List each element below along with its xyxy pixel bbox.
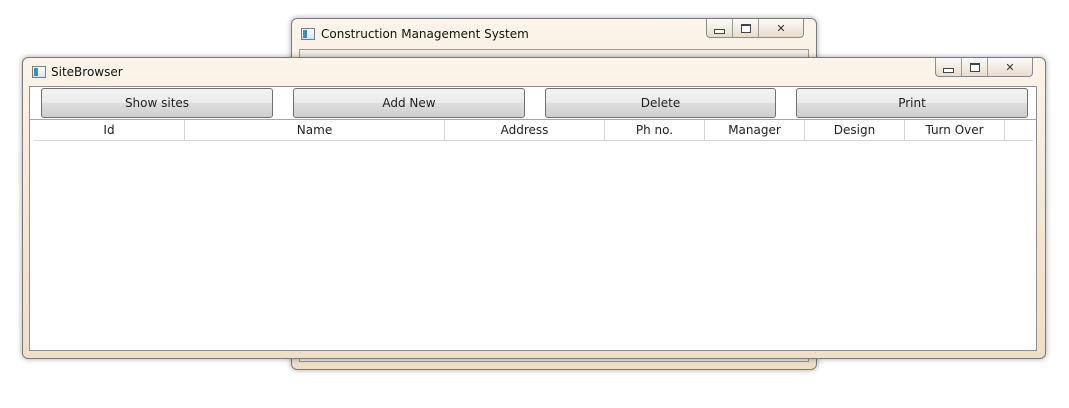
column-header-phone[interactable]: Ph no. [605, 120, 705, 140]
main-window-titlebar[interactable]: Construction Management System ✕ [292, 19, 816, 45]
minimize-icon [943, 67, 954, 73]
sites-data-grid[interactable]: Id Name Address Ph no. Manager Design Tu… [30, 119, 1036, 350]
close-icon: ✕ [1005, 60, 1015, 74]
delete-button[interactable]: Delete [545, 88, 776, 118]
close-button[interactable]: ✕ [988, 58, 1032, 76]
minimize-icon [714, 28, 725, 34]
close-icon: ✕ [776, 21, 786, 35]
grid-header: Id Name Address Ph no. Manager Design Tu… [34, 120, 1033, 141]
main-window-title: Construction Management System [321, 27, 529, 41]
show-sites-button[interactable]: Show sites [41, 88, 273, 118]
site-browser-window[interactable]: SiteBrowser ✕ Show sites Add New Delete … [22, 57, 1046, 359]
maximize-button[interactable] [962, 58, 988, 76]
column-header-name[interactable]: Name [185, 120, 445, 140]
minimize-button[interactable] [936, 58, 962, 76]
column-header-manager[interactable]: Manager [705, 120, 805, 140]
column-header-design[interactable]: Design [805, 120, 905, 140]
window-controls: ✕ [706, 19, 804, 38]
maximize-button[interactable] [733, 19, 759, 37]
maximize-icon [740, 23, 751, 33]
column-header-address[interactable]: Address [445, 120, 605, 140]
window-controls: ✕ [935, 58, 1033, 77]
site-browser-title: SiteBrowser [51, 65, 123, 79]
close-button[interactable]: ✕ [759, 19, 803, 37]
column-header-turn-over[interactable]: Turn Over [905, 120, 1005, 140]
grid-body[interactable] [30, 141, 1036, 350]
print-button[interactable]: Print [796, 88, 1028, 118]
site-browser-titlebar[interactable]: SiteBrowser ✕ [23, 58, 1045, 84]
app-icon [301, 28, 315, 40]
minimize-button[interactable] [707, 19, 733, 37]
maximize-icon [969, 62, 980, 72]
app-icon [32, 66, 46, 78]
site-browser-content: Show sites Add New Delete Print Id Name … [29, 86, 1037, 351]
column-header-id[interactable]: Id [34, 120, 185, 140]
add-new-button[interactable]: Add New [293, 88, 525, 118]
